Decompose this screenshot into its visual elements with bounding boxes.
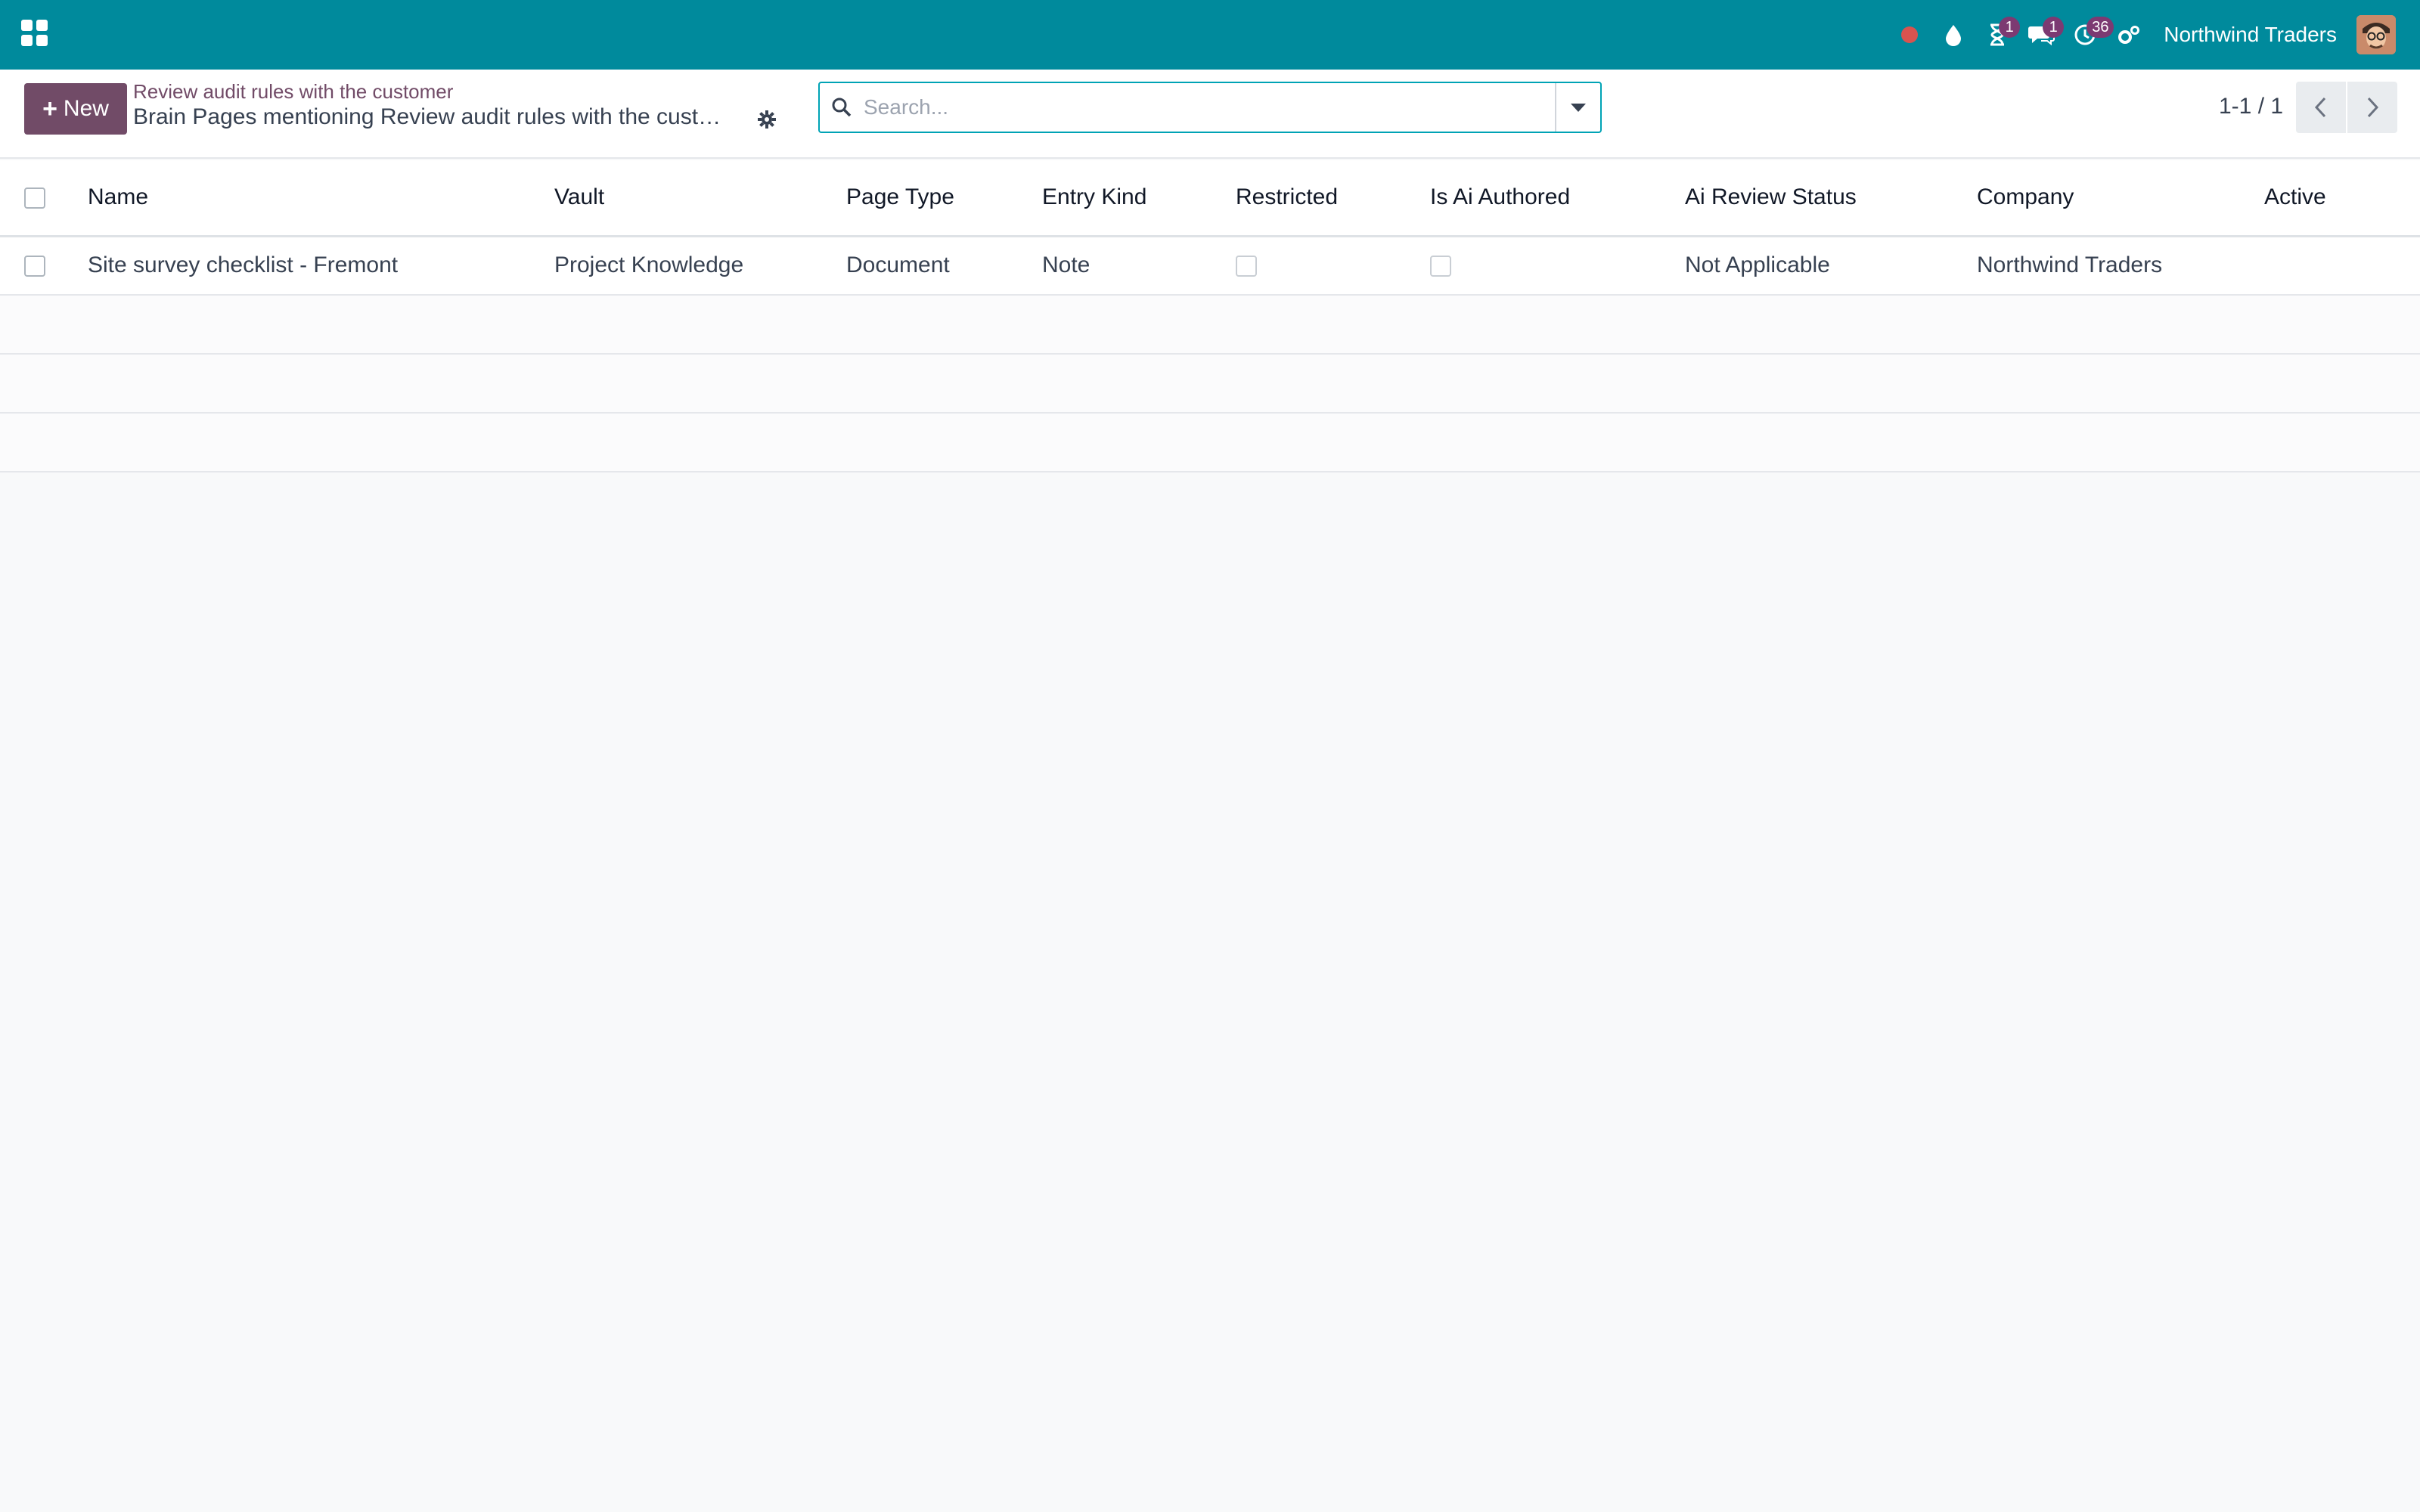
new-button-label: New xyxy=(63,96,109,121)
column-header-vault[interactable]: Vault xyxy=(554,160,846,237)
messages-badge: 1 xyxy=(2043,17,2065,38)
table-row[interactable]: Site survey checklist - Fremont Project … xyxy=(0,236,2420,296)
row-select-checkbox[interactable] xyxy=(24,256,45,277)
caret-down-icon xyxy=(1571,103,1586,112)
restricted-checkbox xyxy=(1236,256,1257,277)
new-button[interactable]: + New xyxy=(24,83,127,135)
search-icon xyxy=(820,83,864,132)
activities-menu[interactable]: 1 xyxy=(1981,17,2021,51)
plus-icon: + xyxy=(42,94,57,123)
user-avatar[interactable] xyxy=(2356,15,2396,54)
table-header-row: Name Vault Page Type Entry Kind Restrict… xyxy=(0,160,2420,237)
records-table: Name Vault Page Type Entry Kind Restrict… xyxy=(0,160,2420,472)
drop-icon[interactable] xyxy=(1937,18,1970,51)
timesheet-menu[interactable]: 36 xyxy=(2068,17,2114,51)
column-header-ai-review-status[interactable]: Ai Review Status xyxy=(1685,160,1977,237)
cell-company[interactable]: Northwind Traders xyxy=(1977,236,2264,296)
chevron-right-icon xyxy=(2367,97,2379,118)
cell-active[interactable] xyxy=(2264,236,2420,296)
page-title: Brain Pages mentioning Review audit rule… xyxy=(133,104,731,129)
empty-row xyxy=(0,295,2420,355)
is-ai-authored-checkbox xyxy=(1430,256,1451,277)
chevron-left-icon xyxy=(2314,97,2326,118)
cell-ai-review-status[interactable]: Not Applicable xyxy=(1685,236,1977,296)
empty-cell xyxy=(0,413,2420,472)
record-dot-icon xyxy=(1901,26,1919,43)
cell-name[interactable]: Site survey checklist - Fremont xyxy=(88,236,554,296)
systray: 1 1 36 Northwind Traders xyxy=(1882,0,2396,70)
pager-previous-button[interactable] xyxy=(2296,82,2346,133)
company-switcher[interactable]: Northwind Traders xyxy=(2164,23,2337,47)
cell-restricted[interactable] xyxy=(1236,236,1430,296)
settings-gears-icon[interactable] xyxy=(2112,18,2145,51)
pager-next-button[interactable] xyxy=(2347,82,2397,133)
column-header-page-type[interactable]: Page Type xyxy=(846,160,1042,237)
cell-entry-kind[interactable]: Note xyxy=(1042,236,1236,296)
empty-cell xyxy=(0,295,2420,355)
column-header-company[interactable]: Company xyxy=(1977,160,2264,237)
empty-cell xyxy=(0,354,2420,414)
gear-icon[interactable] xyxy=(752,104,782,135)
activities-badge: 1 xyxy=(1999,17,2021,38)
select-all-checkbox[interactable] xyxy=(24,187,45,209)
recording-indicator[interactable] xyxy=(1893,18,1926,51)
column-header-restricted[interactable]: Restricted xyxy=(1236,160,1430,237)
column-header-name[interactable]: Name xyxy=(88,160,554,237)
top-navbar: 1 1 36 Northwind Traders xyxy=(0,0,2420,70)
search-input[interactable] xyxy=(864,85,1555,130)
cell-is-ai-authored[interactable] xyxy=(1430,236,1685,296)
breadcrumb-parent-link[interactable]: Review audit rules with the customer xyxy=(133,80,453,104)
apps-menu-icon[interactable] xyxy=(21,20,48,47)
messages-menu[interactable]: 1 xyxy=(2024,17,2065,51)
timesheet-badge: 36 xyxy=(2086,17,2114,38)
cell-page-type[interactable]: Document xyxy=(846,236,1042,296)
empty-row xyxy=(0,413,2420,472)
search-options-toggle[interactable] xyxy=(1555,83,1600,132)
control-panel: + New Review audit rules with the custom… xyxy=(0,70,2420,159)
row-select-cell xyxy=(0,236,88,296)
empty-row xyxy=(0,354,2420,414)
pager-value[interactable]: 1-1 / 1 xyxy=(2219,94,2283,119)
cell-vault[interactable]: Project Knowledge xyxy=(554,236,846,296)
column-header-entry-kind[interactable]: Entry Kind xyxy=(1042,160,1236,237)
column-header-active[interactable]: Active xyxy=(2264,160,2420,237)
select-all-cell xyxy=(0,160,88,237)
column-header-is-ai-authored[interactable]: Is Ai Authored xyxy=(1430,160,1685,237)
search-bar xyxy=(818,82,1602,133)
